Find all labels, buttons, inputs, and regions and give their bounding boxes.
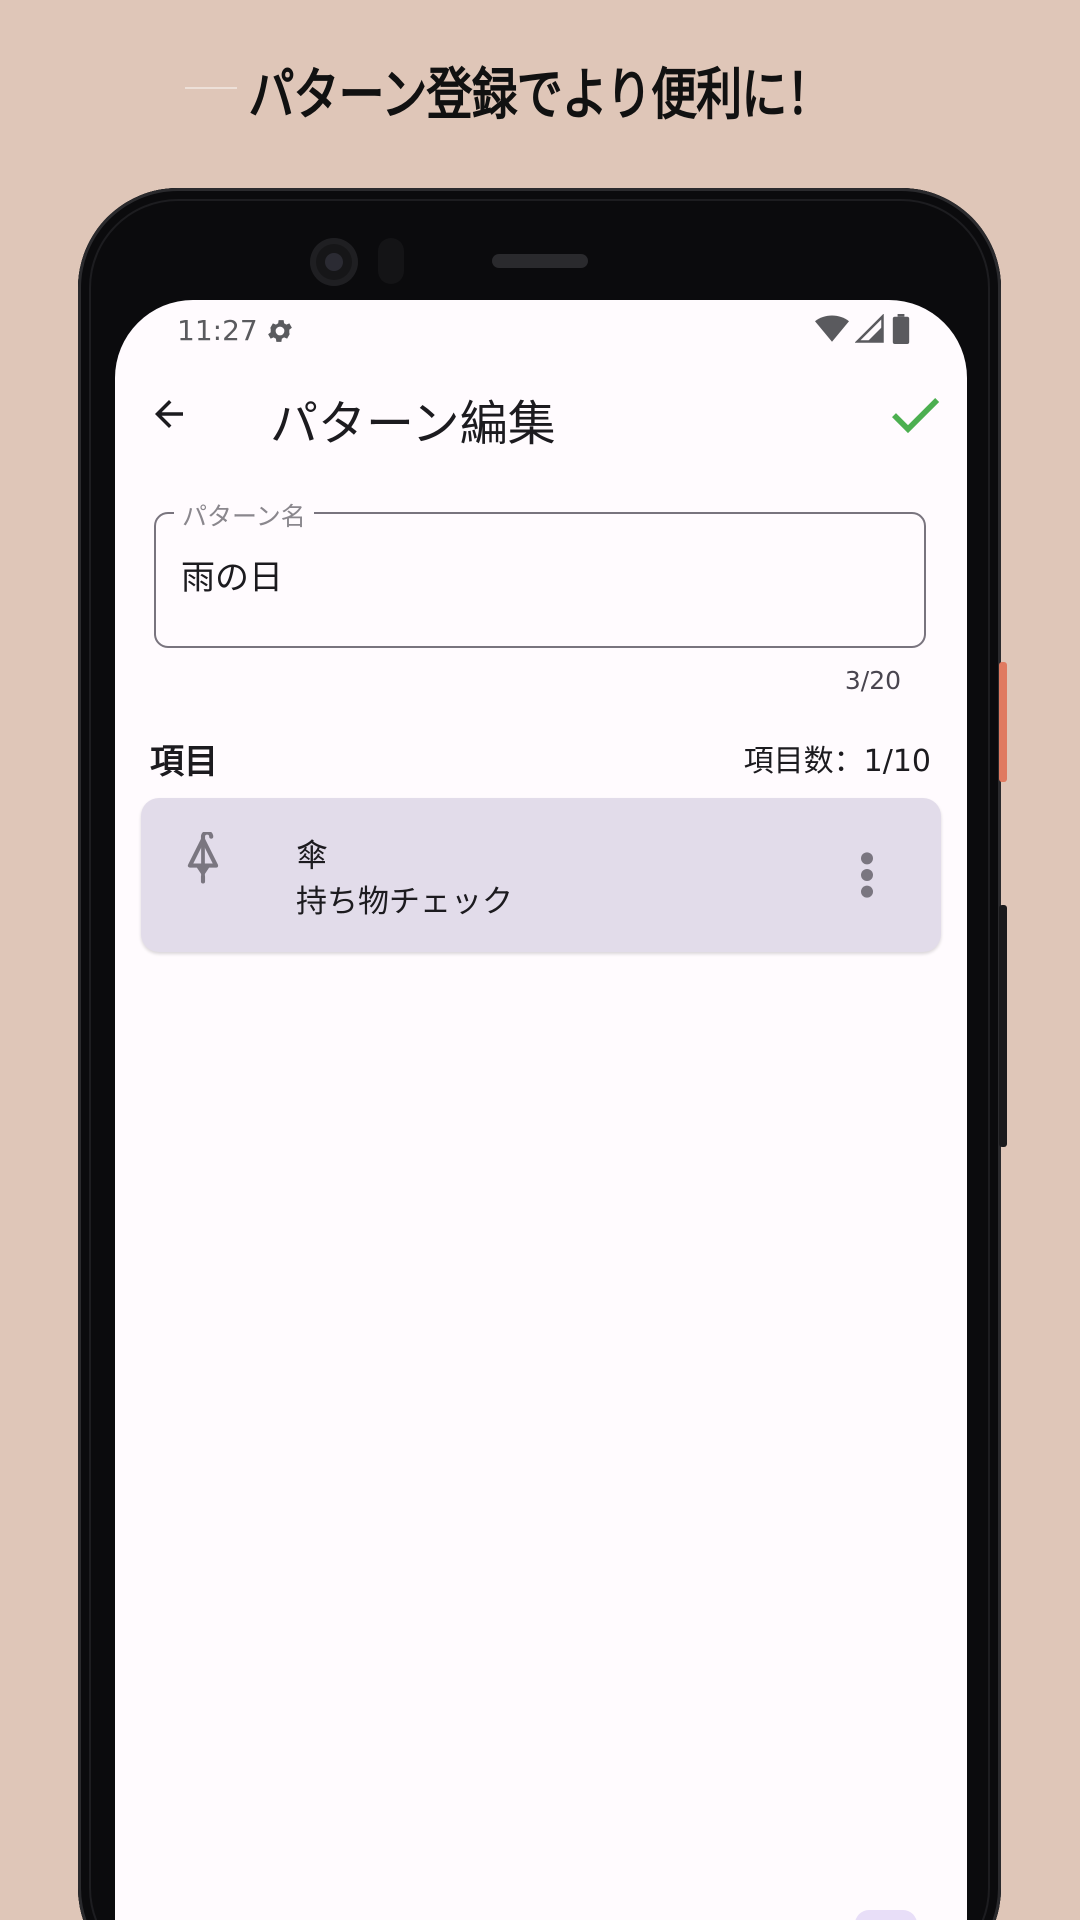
- list-item[interactable]: 傘 持ち物チェック: [141, 798, 941, 952]
- umbrella-icon: [187, 832, 219, 884]
- battery-icon: [892, 314, 910, 344]
- pattern-name-field[interactable]: パターン名: [154, 497, 926, 648]
- power-button: [999, 662, 1007, 782]
- items-section-title: 項目: [150, 742, 218, 782]
- promo-title: パターン登録でより便利に！: [248, 63, 832, 128]
- signal-icon: [855, 314, 884, 343]
- item-name: 傘: [296, 836, 329, 874]
- promo-screen: パターン登録でより便利に！ 11:27 パターン編集 パターン名 雨の日 3/2…: [0, 0, 1080, 1920]
- check-icon: [892, 398, 940, 434]
- page-title: パターン編集: [270, 396, 556, 452]
- app-bar: パターン編集: [115, 362, 967, 472]
- earpiece-speaker: [492, 254, 588, 268]
- back-button[interactable]: [145, 390, 193, 438]
- gear-icon: [268, 320, 292, 342]
- pattern-name-input[interactable]: [181, 554, 881, 594]
- status-bar: 11:27: [115, 300, 967, 362]
- items-count: 項目数：1/10: [743, 744, 931, 779]
- app-screen: 11:27 パターン編集 パターン名 雨の日 3/20 項目 項目数：1/10 …: [115, 300, 967, 1920]
- pattern-name-label: パターン名: [174, 497, 314, 533]
- more-vert-icon[interactable]: [857, 850, 877, 900]
- fab-button-edge[interactable]: [855, 1910, 917, 1920]
- front-camera: [310, 238, 358, 286]
- item-category: 持ち物チェック: [296, 884, 513, 920]
- character-counter: 3/20: [844, 666, 901, 695]
- wifi-icon: [815, 315, 849, 342]
- proximity-sensor: [378, 238, 404, 284]
- status-time: 11:27: [177, 314, 258, 347]
- save-button[interactable]: [885, 384, 945, 444]
- status-icons: [815, 314, 911, 344]
- volume-button: [999, 905, 1007, 1147]
- arrow-back-icon: [155, 400, 183, 428]
